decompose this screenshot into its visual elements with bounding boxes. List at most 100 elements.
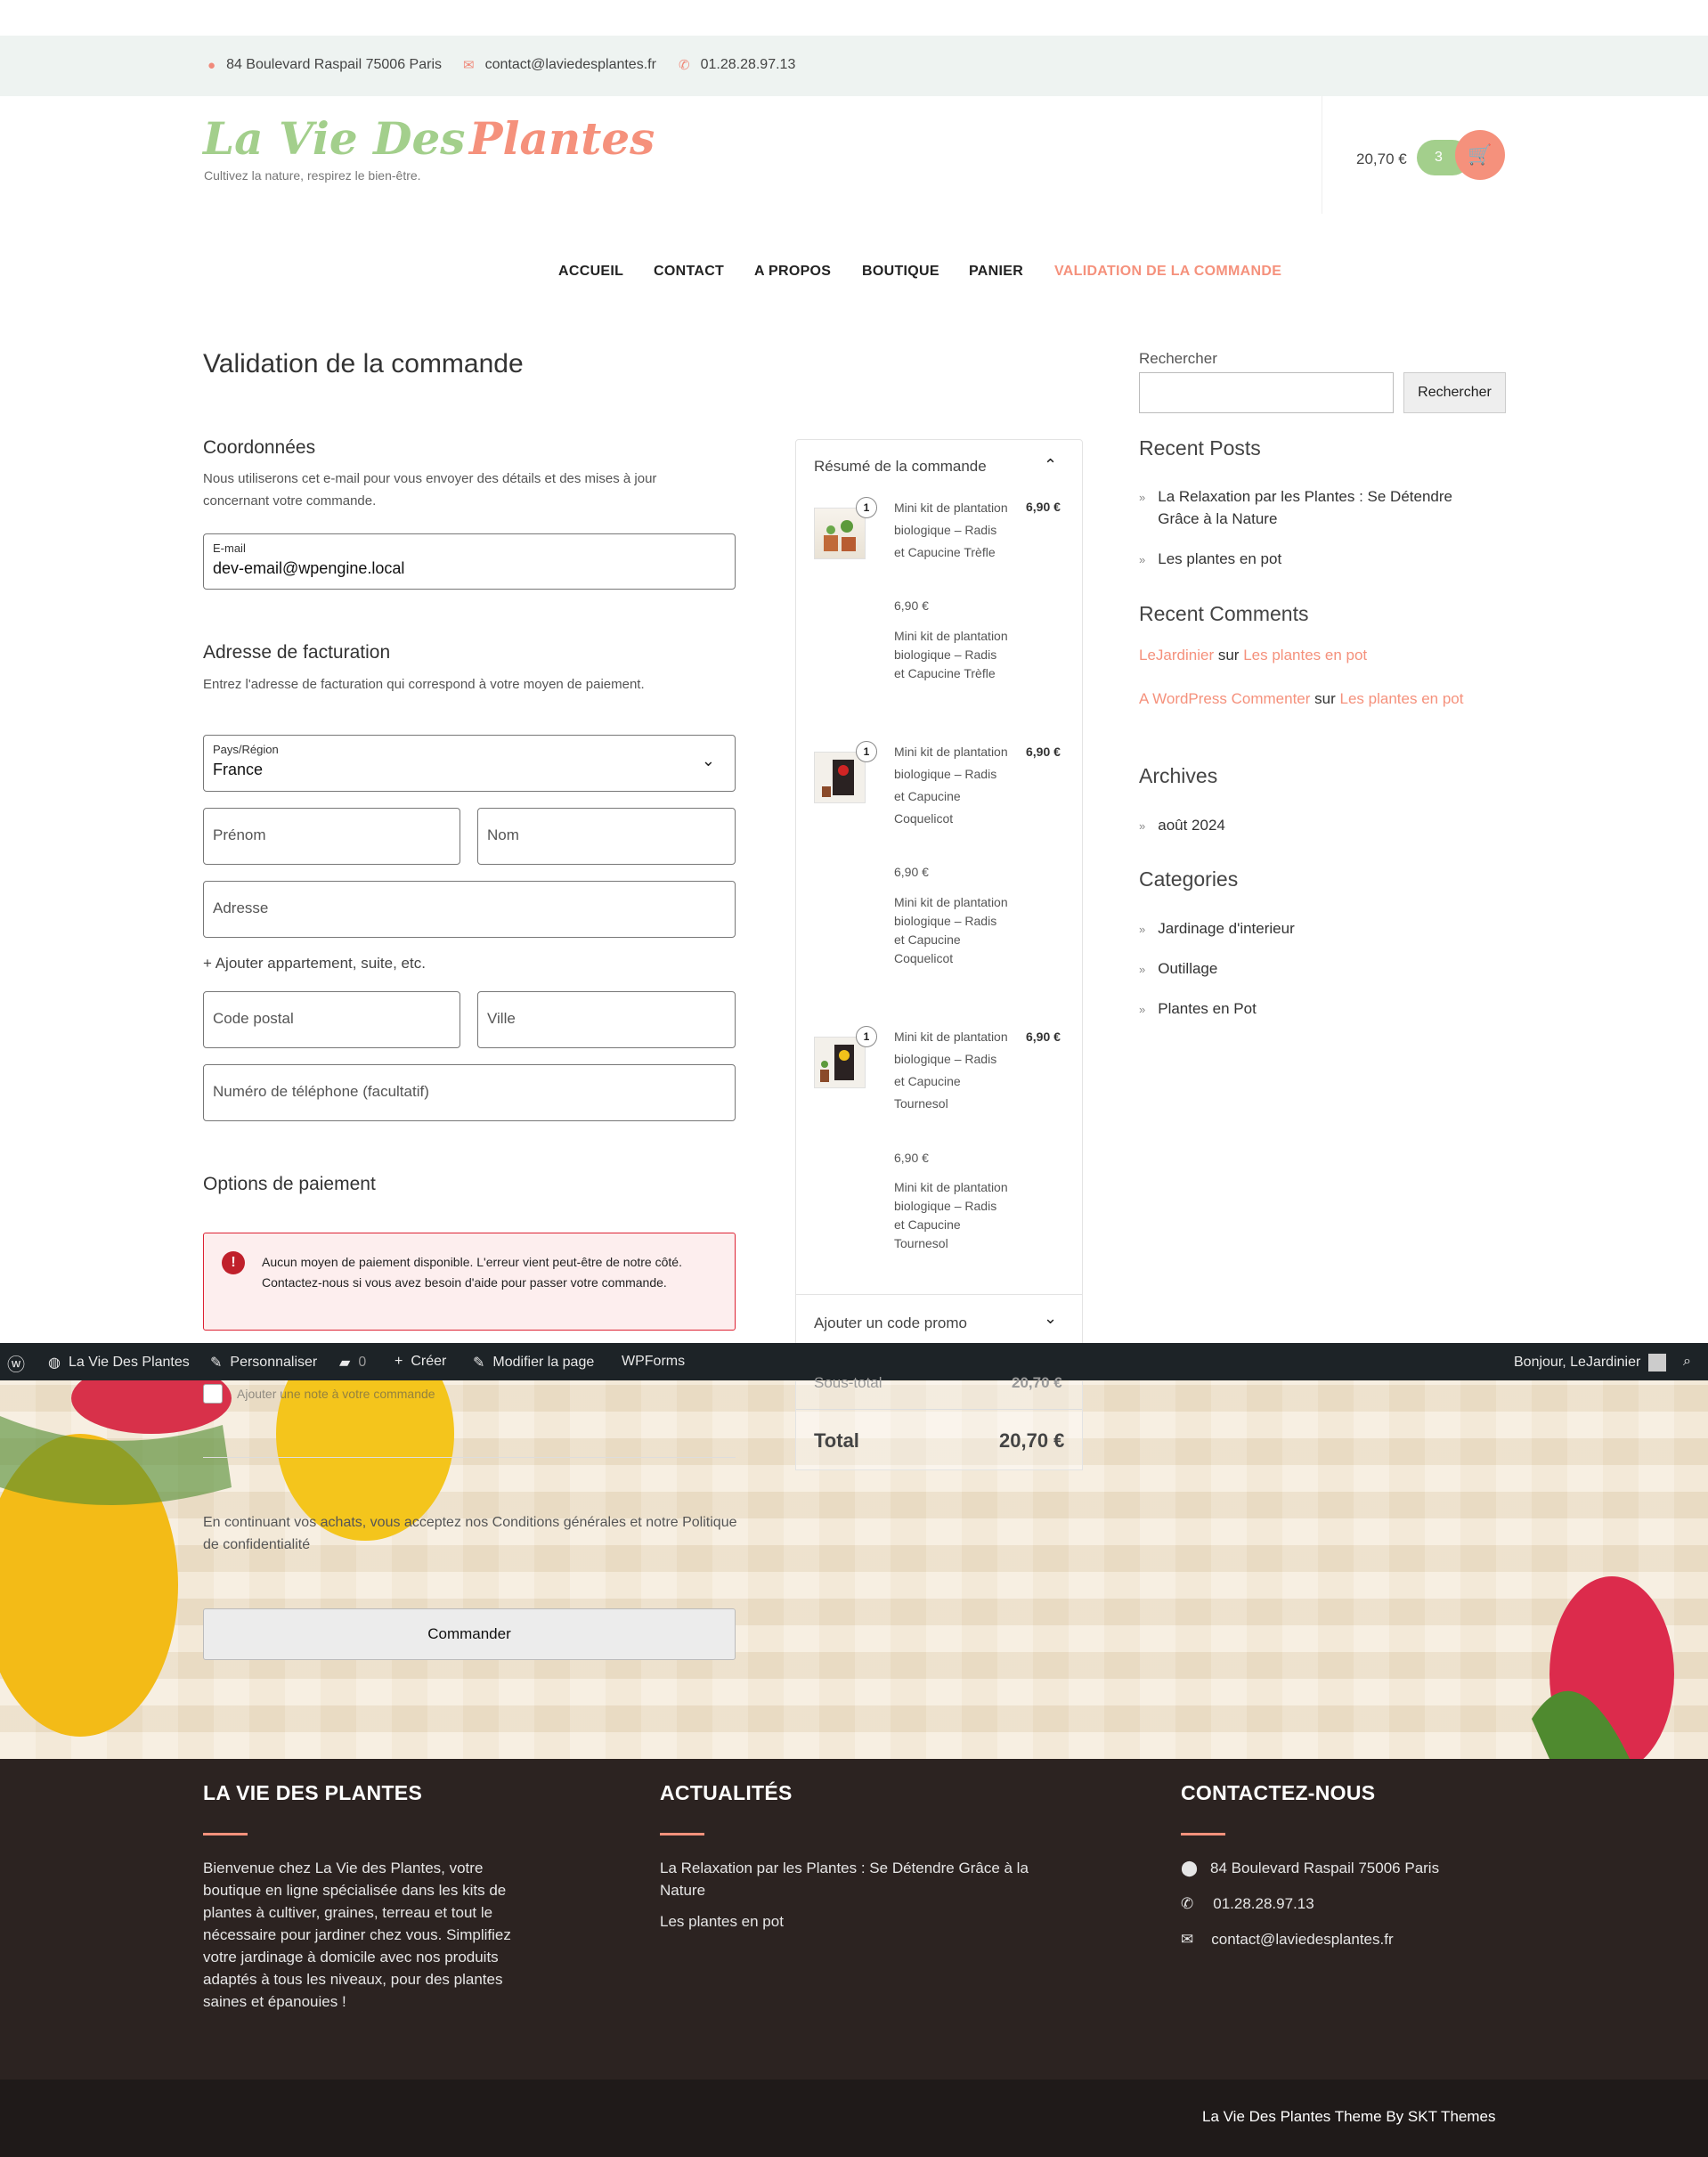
search-input[interactable] xyxy=(1139,372,1394,413)
order-item-name: Mini kit de plantation biologique – Radi… xyxy=(894,745,1008,826)
product-thumbnail xyxy=(814,752,866,803)
pencil-icon: ✎ xyxy=(473,1355,485,1371)
lastname-placeholder: Nom xyxy=(487,826,519,843)
phone-placeholder: Numéro de téléphone (facultatif) xyxy=(213,1083,429,1100)
admin-site-link[interactable]: ◍ La Vie Des Plantes xyxy=(48,1354,190,1372)
chevron-down-icon[interactable]: ⌄ xyxy=(1044,1309,1057,1328)
nav-contact[interactable]: CONTACT xyxy=(654,264,724,280)
comment-post-link[interactable]: Les plantes en pot xyxy=(1340,690,1464,707)
order-item-price: 6,90 € xyxy=(1026,500,1061,514)
note-checkbox-label[interactable]: Ajouter une note à votre commande xyxy=(237,1387,435,1401)
contact-section-title: Coordonnées xyxy=(203,437,316,458)
admin-account-link[interactable]: Bonjour, LeJardinier xyxy=(1514,1354,1667,1372)
comment-author-link[interactable]: LeJardinier xyxy=(1139,647,1214,663)
country-value[interactable]: France xyxy=(213,761,263,779)
email-field[interactable]: E-mail dev-email@wpengine.local xyxy=(203,533,736,590)
brush-icon: ✎ xyxy=(210,1355,223,1371)
phone-field[interactable]: Numéro de téléphone (facultatif) xyxy=(203,1064,736,1121)
comment-post-link[interactable]: Les plantes en pot xyxy=(1243,647,1367,663)
nav-accueil[interactable]: ACCUEIL xyxy=(558,264,623,280)
topbar-email[interactable]: ✉ contact@laviedesplantes.fr xyxy=(463,57,656,73)
logo-text-green[interactable]: La Vie Des xyxy=(203,112,465,165)
categories-title: Categories xyxy=(1139,867,1239,891)
payment-error-notice: ! Aucun moyen de paiement disponible. L'… xyxy=(203,1233,736,1331)
lastname-field[interactable]: Nom xyxy=(477,808,736,865)
cart-total[interactable]: 20,70 € xyxy=(1356,151,1407,168)
country-select[interactable]: Pays/Région France ⌄ xyxy=(203,735,736,792)
address-placeholder: Adresse xyxy=(213,899,269,916)
nav-a-propos[interactable]: A PROPOS xyxy=(754,264,831,280)
topbar-phone[interactable]: ✆ 01.28.28.97.13 xyxy=(679,57,795,73)
order-item-unit-price: 6,90 € xyxy=(894,598,929,613)
recent-post-item[interactable]: » La Relaxation par les Plantes : Se Déte… xyxy=(1139,485,1495,530)
search-button[interactable]: Rechercher xyxy=(1403,372,1506,413)
site-logo[interactable]: La Vie Des Plantes xyxy=(203,112,655,165)
topbar-address: ● 84 Boulevard Raspail 75006 Paris xyxy=(207,57,442,73)
archives-title: Archives xyxy=(1139,764,1218,787)
kit-box-image xyxy=(820,1045,854,1082)
nav-boutique[interactable]: BOUTIQUE xyxy=(862,264,939,280)
promo-code-toggle[interactable]: Ajouter un code promo xyxy=(814,1315,967,1332)
nav-panier[interactable]: PANIER xyxy=(969,264,1023,280)
email-value[interactable]: dev-email@wpengine.local xyxy=(213,559,404,578)
total-value: 20,70 € xyxy=(999,1429,1065,1452)
product-thumbnail xyxy=(814,508,866,559)
divider xyxy=(796,1409,1082,1410)
order-item-name: Mini kit de plantation biologique – Radi… xyxy=(894,1030,1008,1111)
city-placeholder: Ville xyxy=(487,1010,516,1027)
terms-notice: En continuant vos achats, vous acceptez … xyxy=(203,1515,737,1552)
chevron-up-icon[interactable]: ⌃ xyxy=(1044,456,1057,475)
search-label: Rechercher xyxy=(1139,350,1217,367)
chevron-right-icon: » xyxy=(1139,491,1146,504)
order-item-price: 6,90 € xyxy=(1026,1030,1061,1044)
order-summary-title[interactable]: Résumé de la commande xyxy=(814,458,987,476)
logo-text-pink[interactable]: Plantes xyxy=(469,112,655,165)
admin-new-link[interactable]: + Créer xyxy=(394,1354,446,1370)
category-item[interactable]: » Jardinage d'interieur xyxy=(1139,917,1295,940)
place-order-button[interactable]: Commander xyxy=(203,1608,736,1660)
archive-item[interactable]: » août 2024 xyxy=(1139,814,1225,837)
category-item[interactable]: » Plantes en Pot xyxy=(1139,997,1257,1021)
footer-about-text: Bienvenue chez La Vie des Plantes, votre… xyxy=(203,1860,511,2010)
cart-icon[interactable]: 🛒 xyxy=(1455,130,1505,180)
postcode-field[interactable]: Code postal xyxy=(203,991,460,1048)
total-label: Total xyxy=(814,1429,859,1452)
phone-icon: ✆ xyxy=(679,58,690,73)
admin-wpforms-link[interactable]: WPForms xyxy=(622,1354,685,1370)
admin-customize-link[interactable]: ✎ Personnaliser xyxy=(210,1354,317,1372)
order-item-unit-price: 6,90 € xyxy=(894,1151,929,1165)
city-field[interactable]: Ville xyxy=(477,991,736,1048)
search-icon[interactable]: ⌕ xyxy=(1683,1354,1691,1370)
footer-news-link[interactable]: Les plantes en pot xyxy=(660,1910,784,1933)
postcode-placeholder: Code postal xyxy=(213,1010,294,1027)
address-field[interactable]: Adresse xyxy=(203,881,736,938)
quantity-badge: 1 xyxy=(856,497,877,518)
footer-news-link[interactable]: La Relaxation par les Plantes : Se Déten… xyxy=(660,1857,1052,1901)
site-tagline: Cultivez la nature, respirez le bien-êtr… xyxy=(204,168,421,183)
cart-count[interactable]: 3 xyxy=(1435,150,1443,166)
footer-phone[interactable]: ✆ 01.28.28.97.13 xyxy=(1181,1892,1314,1915)
quantity-badge: 1 xyxy=(856,741,877,762)
order-item: 1 xyxy=(814,1026,877,1088)
recent-post-item[interactable]: » Les plantes en pot xyxy=(1139,548,1281,571)
admin-edit-page-link[interactable]: ✎ Modifier la page xyxy=(473,1354,594,1372)
order-item: 1 xyxy=(814,497,877,559)
firstname-field[interactable]: Prénom xyxy=(203,808,460,865)
order-item-name: Mini kit de plantation biologique – Radi… xyxy=(894,501,1008,559)
theme-credit[interactable]: La Vie Des Plantes Theme By SKT Themes xyxy=(1202,2108,1495,2126)
note-checkbox[interactable] xyxy=(203,1384,223,1404)
wordpress-icon[interactable]: ⓦ xyxy=(7,1350,25,1376)
error-icon: ! xyxy=(222,1251,245,1274)
page-title: Validation de la commande xyxy=(203,349,524,378)
footer-email[interactable]: ✉ contact@laviedesplantes.fr xyxy=(1181,1928,1394,1950)
admin-comments-link[interactable]: ▰ 0 xyxy=(339,1354,366,1372)
kit-box-image xyxy=(822,760,854,797)
location-pin-icon: ⬤ xyxy=(1181,1860,1199,1876)
billing-section-title: Adresse de facturation xyxy=(203,642,391,663)
payment-section-title: Options de paiement xyxy=(203,1174,376,1194)
comment-author-link[interactable]: A WordPress Commenter xyxy=(1139,690,1310,707)
add-apartment-link[interactable]: + Ajouter appartement, suite, etc. xyxy=(203,955,426,973)
nav-validation[interactable]: VALIDATION DE LA COMMANDE xyxy=(1054,264,1281,280)
category-item[interactable]: » Outillage xyxy=(1139,957,1217,981)
footer-accent-bar xyxy=(203,1833,248,1835)
